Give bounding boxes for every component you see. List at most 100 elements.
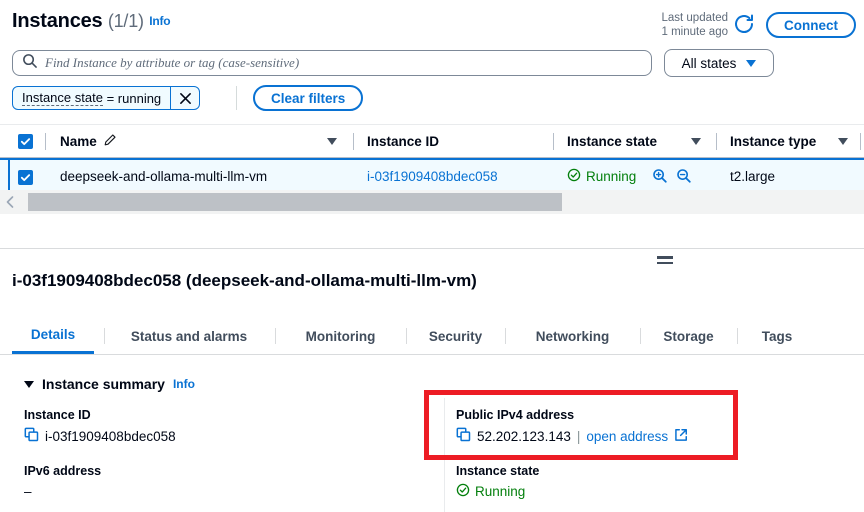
summary-column-divider (444, 398, 445, 512)
tab-details[interactable]: Details (12, 318, 94, 354)
resize-bar (657, 261, 673, 264)
tab-networking[interactable]: Networking (514, 318, 631, 354)
filter-token-label: Instance state = running (13, 87, 170, 109)
status-badge-running: Running (456, 483, 525, 500)
header-separator (716, 133, 717, 150)
all-states-dropdown[interactable]: All states (664, 49, 774, 77)
instance-id-text: i-03f1909408bdec058 (45, 428, 176, 444)
last-updated-line2: 1 minute ago (661, 26, 729, 38)
magnifier-minus-icon[interactable] (676, 161, 692, 191)
public-ipv4-value: 52.202.123.143 | open address (456, 427, 688, 445)
sort-arrow-icon (691, 137, 701, 145)
ec2-instances-page: Instances (1/1) Info Last updated 1 minu… (0, 0, 864, 512)
ipv6-address-label: IPv6 address (24, 464, 102, 478)
open-address-link[interactable]: open address (586, 429, 668, 444)
checkbox-icon (18, 133, 33, 149)
cell-instance-id-link[interactable]: i-03f1909408bdec058 (367, 161, 498, 191)
header-separator (45, 133, 46, 150)
scroll-left-arrow-icon[interactable] (0, 196, 20, 208)
cell-instance-state-label: Running (586, 168, 637, 184)
column-sort-name[interactable] (327, 125, 337, 157)
column-header-instance-state-label: Instance state (567, 133, 658, 149)
external-link-icon[interactable] (674, 428, 688, 445)
search-placeholder: Find Instance by attribute or tag (case-… (45, 55, 300, 70)
instance-state-value: Running (456, 483, 525, 500)
page-header: Instances (1/1) Info Last updated 1 minu… (0, 0, 864, 44)
table-header-row: Name Instance ID Instance state Instance… (0, 124, 864, 158)
instance-summary-header: Instance summary Info (24, 376, 195, 392)
sort-arrow-icon (327, 137, 337, 145)
tab-tags[interactable]: Tags (746, 318, 808, 354)
column-header-instance-id-label: Instance ID (367, 133, 440, 149)
column-header-instance-id[interactable]: Instance ID (367, 125, 439, 157)
resize-bar (657, 256, 673, 259)
instance-state-label: Instance state (456, 464, 540, 478)
row-checkbox[interactable] (18, 168, 33, 186)
search-icon (22, 53, 37, 73)
check-circle-icon (567, 168, 581, 185)
checkbox-icon (18, 169, 33, 185)
chevron-down-icon (746, 59, 757, 67)
tab-storage[interactable]: Storage (649, 318, 728, 354)
ipv6-address-value: – (24, 484, 32, 499)
tab-separator (275, 328, 276, 344)
detail-panel-title: i-03f1909408bdec058 (deepseek-and-ollama… (12, 271, 477, 290)
instance-id-label: Instance ID (24, 408, 91, 422)
close-icon[interactable] (170, 87, 199, 109)
panel-resize-handle[interactable] (657, 256, 673, 266)
tab-separator (505, 328, 506, 344)
public-ipv4-separator: | (576, 428, 581, 444)
filter-token-property: Instance state (22, 90, 103, 106)
instance-summary-title: Instance summary (42, 376, 165, 392)
header-separator (353, 133, 354, 150)
connect-button[interactable]: Connect (766, 12, 856, 38)
tab-status-and-alarms[interactable]: Status and alarms (113, 318, 265, 354)
status-badge-running: Running (567, 168, 636, 185)
scrollbar-track[interactable] (20, 193, 864, 211)
tab-separator (737, 328, 738, 344)
cell-name: deepseek-and-ollama-multi-llm-vm (60, 168, 268, 184)
page-title: Instances (1/1) Info (12, 10, 171, 33)
column-sort-instance-state[interactable] (691, 125, 701, 157)
filter-divider (236, 86, 237, 110)
last-updated-text: Last updated 1 minute ago (636, 11, 728, 39)
column-header-name-label: Name (60, 133, 97, 149)
column-header-instance-type[interactable]: Instance type (730, 125, 816, 157)
page-title-text: Instances (12, 10, 103, 32)
tab-security[interactable]: Security (415, 318, 496, 354)
copy-icon[interactable] (24, 427, 39, 445)
cell-instance-state: Running (567, 161, 636, 191)
instance-id-value: i-03f1909408bdec058 (24, 427, 176, 445)
search-input[interactable]: Find Instance by attribute or tag (case-… (12, 50, 652, 76)
last-updated-line1: Last updated (661, 12, 728, 24)
column-sort-instance-type[interactable] (838, 125, 848, 157)
refresh-icon[interactable] (732, 12, 756, 36)
column-header-name[interactable]: Name (60, 125, 117, 157)
cell-instance-type: t2.large (730, 168, 776, 184)
pencil-icon[interactable] (103, 133, 117, 150)
filter-token-operator: = (106, 90, 115, 106)
filter-token[interactable]: Instance state = running (12, 86, 201, 110)
instance-state-text: Running (475, 484, 526, 499)
chevron-down-icon[interactable] (24, 380, 34, 388)
tab-separator (104, 328, 105, 344)
public-ipv4-text: 52.202.123.143 (477, 428, 571, 444)
instance-count: (1/1) (107, 11, 144, 31)
select-all-checkbox[interactable] (18, 125, 33, 157)
magnifier-plus-icon[interactable] (652, 161, 668, 191)
tab-separator (640, 328, 641, 344)
all-states-label: All states (681, 55, 737, 71)
scrollbar-thumb[interactable] (28, 193, 562, 211)
detail-tabs: Details Status and alarms Monitoring Sec… (0, 318, 864, 355)
instance-summary-info-link[interactable]: Info (173, 377, 195, 391)
column-header-instance-state[interactable]: Instance state (567, 125, 657, 157)
clear-filters-button[interactable]: Clear filters (253, 85, 364, 111)
header-info-link[interactable]: Info (149, 14, 170, 28)
horizontal-scrollbar[interactable] (0, 190, 864, 214)
public-ipv4-label: Public IPv4 address (456, 408, 575, 422)
table-row[interactable]: deepseek-and-ollama-multi-llm-vm i-03f19… (0, 158, 864, 192)
filter-token-value: running (117, 90, 162, 106)
copy-icon[interactable] (456, 427, 471, 445)
sort-arrow-icon (838, 137, 848, 145)
tab-monitoring[interactable]: Monitoring (284, 318, 397, 354)
